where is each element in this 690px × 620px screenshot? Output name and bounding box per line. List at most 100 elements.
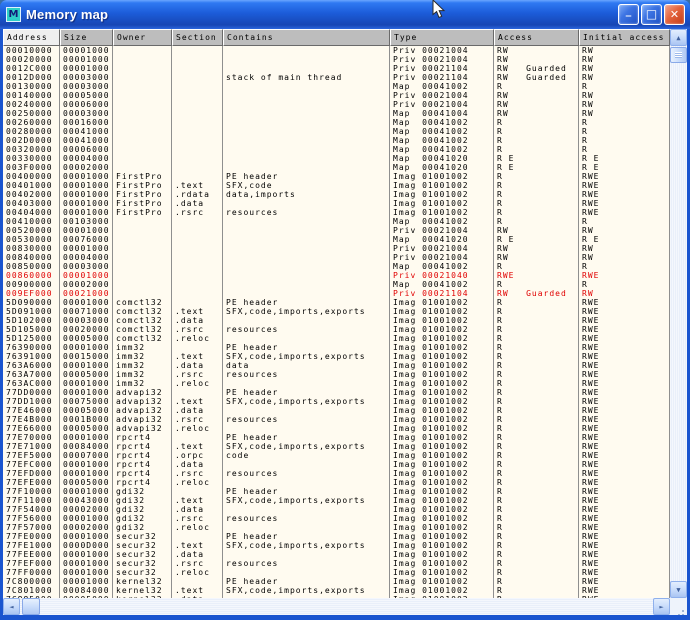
table-row[interactable]: 0001000000001000Priv 00021004RWRW	[3, 46, 670, 55]
column-header-contains[interactable]: Contains	[223, 29, 390, 46]
table-row[interactable]: 0086000000001000Priv 00021040RWERWE	[3, 271, 670, 280]
cell-contains	[223, 334, 390, 343]
table-row[interactable]: 77F5600000001000gdi32.rsrcresourcesImag …	[3, 514, 670, 523]
maximize-button[interactable]: □	[641, 4, 662, 25]
column-header-section[interactable]: Section	[172, 29, 223, 46]
table-row[interactable]: 0053000000076000Map 00041020R ER E	[3, 235, 670, 244]
table-row[interactable]: 0012C00000001000Priv 00021104RW GuardedR…	[3, 64, 670, 73]
table-row[interactable]: 77F1000000001000gdi32PE headerImag 01001…	[3, 487, 670, 496]
cell-access: R	[494, 514, 579, 523]
table-row[interactable]: 0002000000001000Priv 00021004RWRW	[3, 55, 670, 64]
scroll-up-button[interactable]: ▲	[670, 29, 687, 46]
horizontal-scrollbar[interactable]: ◄ ►	[3, 598, 670, 615]
table-row[interactable]: 0032000000006000Map 00041002RR	[3, 145, 670, 154]
table-row[interactable]: 0026000000016000Map 00041002RR	[3, 118, 670, 127]
table-row[interactable]: 5D10500000020000comctl32.rsrcresourcesIm…	[3, 325, 670, 334]
table-row[interactable]: 763AC00000001000imm32.relocImag 01001002…	[3, 379, 670, 388]
table-row[interactable]: 77FF000000001000secur32.relocImag 010010…	[3, 568, 670, 577]
table-row[interactable]: 0090000000002000Map 00041002RR	[3, 280, 670, 289]
table-row[interactable]: 77FE10000000D000secur32.textSFX,code,imp…	[3, 541, 670, 550]
table-row[interactable]: 77EF500000007000rpcrt4.orpccodeImag 0100…	[3, 451, 670, 460]
table-row[interactable]: 77FE000000001000secur32PE headerImag 010…	[3, 532, 670, 541]
table-row[interactable]: 0040100000001000FirstPro.textSFX,codeIma…	[3, 181, 670, 190]
table-row[interactable]: 7C80000000001000kernel32PE headerImag 01…	[3, 577, 670, 586]
table-row[interactable]: 763A700000005000imm32.rsrcresourcesImag …	[3, 370, 670, 379]
vertical-scroll-thumb[interactable]	[670, 47, 687, 63]
titlebar[interactable]: M Memory map _ □ ✕	[0, 0, 690, 29]
table-row[interactable]: 002D000000041000Map 00041002RR	[3, 136, 670, 145]
cell-size: 00003000	[60, 82, 113, 91]
cell-owner	[113, 280, 172, 289]
cell-section: .text	[172, 181, 223, 190]
cell-address: 00520000	[3, 226, 60, 235]
table-row[interactable]: 5D10200000003000comctl32.dataImag 010010…	[3, 316, 670, 325]
table-row[interactable]: 7C80100000084000kernel32.textSFX,code,im…	[3, 586, 670, 595]
column-header-size[interactable]: Size	[60, 29, 113, 46]
table-row[interactable]: 77EFC00000001000rpcrt4.dataImag 01001002…	[3, 460, 670, 469]
cell-address: 00402000	[3, 190, 60, 199]
column-header-access[interactable]: Access	[494, 29, 579, 46]
cell-contains: SFX,code,imports,exports	[223, 352, 390, 361]
horizontal-scroll-track[interactable]	[20, 598, 653, 615]
table-row[interactable]: 5D12500000005000comctl32.relocImag 01001…	[3, 334, 670, 343]
table-row[interactable]: 77E4600000005000advapi32.dataImag 010010…	[3, 406, 670, 415]
table-row[interactable]: 77E6600000005000advapi32.relocImag 01001…	[3, 424, 670, 433]
table-row[interactable]: 7639100000015000imm32.textSFX,code,impor…	[3, 352, 670, 361]
table-row[interactable]: 009EF00000021000Priv 00021104RW GuardedR…	[3, 289, 670, 298]
resize-grip[interactable]	[670, 598, 687, 615]
close-button[interactable]: ✕	[664, 4, 685, 25]
scroll-left-button[interactable]: ◄	[3, 598, 20, 615]
cell-address: 77F10000	[3, 487, 60, 496]
scroll-down-button[interactable]: ▼	[670, 581, 687, 598]
cell-type: Imag 01001002	[390, 487, 494, 496]
table-row[interactable]: 0085000000003000Map 00041002RR	[3, 262, 670, 271]
cell-section: .rsrc	[172, 325, 223, 334]
table-row[interactable]: 0040300000001000FirstPro.dataImag 010010…	[3, 199, 670, 208]
column-header-address[interactable]: Address	[3, 29, 60, 46]
column-header-owner[interactable]: Owner	[113, 29, 172, 46]
cell-type: Imag 01001002	[390, 478, 494, 487]
table-row[interactable]: 77DD100000075000advapi32.textSFX,code,im…	[3, 397, 670, 406]
table-row[interactable]: 0084000000004000Priv 00021004RWRW	[3, 253, 670, 262]
table-row[interactable]: 763A600000001000imm32.datadataImag 01001…	[3, 361, 670, 370]
column-header-type[interactable]: Type	[390, 29, 494, 46]
table-row[interactable]: 0025000000003000Map 00041004RWRW	[3, 109, 670, 118]
table-row[interactable]: 0083000000001000Priv 00021004RWRW	[3, 244, 670, 253]
table-row[interactable]: 77DD000000001000advapi32PE headerImag 01…	[3, 388, 670, 397]
table-row[interactable]: 77E4B0000001B000advapi32.rsrcresourcesIm…	[3, 415, 670, 424]
table-row[interactable]: 0040400000001000FirstPro.rsrcresourcesIm…	[3, 208, 670, 217]
table-row[interactable]: 7639000000001000imm32PE headerImag 01001…	[3, 343, 670, 352]
table-row[interactable]: 77FEF00000001000secur32.rsrcresourcesIma…	[3, 559, 670, 568]
table-row[interactable]: 003F000000002000Map 00041020R ER E	[3, 163, 670, 172]
table-row[interactable]: 0012D00000003000stack of main threadPriv…	[3, 73, 670, 82]
table-row[interactable]: 5D09100000071000comctl32.textSFX,code,im…	[3, 307, 670, 316]
minimize-button[interactable]: _	[618, 4, 639, 25]
table-row[interactable]: 0041000000103000Map 00041002RR	[3, 217, 670, 226]
table-row[interactable]: 77F1100000043000gdi32.textSFX,code,impor…	[3, 496, 670, 505]
table-row[interactable]: 77E7000000001000rpcrt4PE headerImag 0100…	[3, 433, 670, 442]
table-row[interactable]: 0040200000001000FirstPro.rdatadata,impor…	[3, 190, 670, 199]
table-row[interactable]: 77E7100000084000rpcrt4.textSFX,code,impo…	[3, 442, 670, 451]
cell-contains	[223, 316, 390, 325]
table-row[interactable]: 0040000000001000FirstProPE headerImag 01…	[3, 172, 670, 181]
table-row[interactable]: 77EFD00000001000rpcrt4.rsrcresourcesImag…	[3, 469, 670, 478]
cell-type: Imag 01001002	[390, 379, 494, 388]
table-row[interactable]: 0014000000005000Priv 00021004RWRW	[3, 91, 670, 100]
table-row[interactable]: 5D09000000001000comctl32PE headerImag 01…	[3, 298, 670, 307]
vertical-scroll-track[interactable]	[670, 46, 687, 581]
table-row[interactable]: 0013000000003000Map 00041002RR	[3, 82, 670, 91]
scroll-right-button[interactable]: ►	[653, 598, 670, 615]
table-row[interactable]: 77FEE00000001000secur32.dataImag 0100100…	[3, 550, 670, 559]
table-row[interactable]: 0024000000006000Priv 00021004RWRW	[3, 100, 670, 109]
table-row[interactable]: 77EFE00000005000rpcrt4.relocImag 0100100…	[3, 478, 670, 487]
table-row[interactable]: 0028000000041000Map 00041002RR	[3, 127, 670, 136]
cell-type: Imag 01001002	[390, 532, 494, 541]
table-row[interactable]: 0033000000004000Map 00041020R ER E	[3, 154, 670, 163]
column-header-initial-access[interactable]: Initial access	[579, 29, 670, 46]
table-row[interactable]: 77F5700000002000gdi32.relocImag 01001002…	[3, 523, 670, 532]
horizontal-scroll-thumb[interactable]	[22, 598, 40, 615]
vertical-scrollbar[interactable]: ▲ ▼	[670, 29, 687, 598]
cell-contains	[223, 271, 390, 280]
table-row[interactable]: 77F5400000002000gdi32.dataImag 01001002R…	[3, 505, 670, 514]
table-row[interactable]: 0052000000001000Priv 00021004RWRW	[3, 226, 670, 235]
